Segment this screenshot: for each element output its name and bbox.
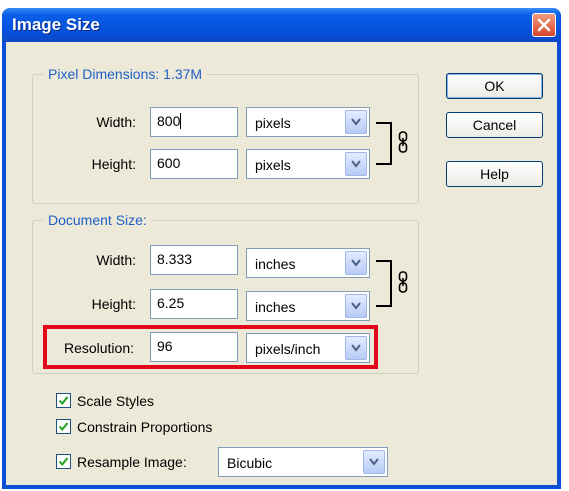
chain-link-icon	[398, 131, 408, 153]
resample-method-select[interactable]: Bicubic	[218, 447, 388, 477]
doc-width-input[interactable]: 8.333	[150, 245, 238, 275]
dialog-body: Pixel Dimensions: 1.37M Width: 800 pixel…	[6, 42, 557, 485]
doc-width-unit-select[interactable]: inches	[246, 248, 370, 278]
document-link-bracket	[376, 260, 392, 307]
constrain-proportions-label: Constrain Proportions	[77, 419, 213, 435]
dropdown-arrow-icon[interactable]	[345, 336, 367, 360]
doc-height-label: Height:	[91, 296, 136, 312]
pixel-height-label: Height:	[91, 156, 136, 172]
resolution-input[interactable]: 96	[150, 332, 238, 362]
image-size-dialog: Image Size Pixel Dimensions: 1.37M Width…	[2, 8, 561, 489]
dropdown-arrow-icon[interactable]	[345, 251, 367, 275]
pixel-dimensions-title: Pixel Dimensions: 1.37M	[43, 66, 208, 82]
dropdown-arrow-icon[interactable]	[345, 110, 367, 134]
document-size-title: Document Size:	[43, 212, 152, 228]
resolution-label: Resolution:	[63, 340, 134, 356]
doc-height-unit-select[interactable]: inches	[246, 291, 370, 321]
pixel-height-input[interactable]: 600	[150, 149, 238, 179]
scale-styles-label: Scale Styles	[77, 393, 155, 409]
pixel-width-label: Width:	[96, 114, 136, 130]
doc-height-input[interactable]: 6.25	[150, 289, 238, 319]
checkmark-icon	[58, 457, 69, 467]
dropdown-arrow-icon[interactable]	[345, 152, 367, 176]
pixel-link-bracket	[376, 122, 392, 165]
close-button[interactable]	[532, 13, 556, 37]
doc-width-label: Width:	[96, 252, 136, 268]
text-caret	[180, 113, 182, 129]
dropdown-arrow-icon[interactable]	[345, 294, 367, 318]
dialog-title: Image Size	[12, 15, 100, 34]
pixel-width-unit-select[interactable]: pixels	[246, 107, 370, 137]
pixel-height-unit-select[interactable]: pixels	[246, 149, 370, 179]
ok-button[interactable]: OK	[446, 73, 543, 99]
title-bar[interactable]: Image Size	[2, 8, 561, 42]
close-icon	[537, 18, 551, 32]
cancel-button[interactable]: Cancel	[446, 112, 543, 138]
scale-styles-checkbox[interactable]	[56, 393, 71, 408]
dropdown-arrow-icon[interactable]	[363, 450, 385, 474]
pixel-width-input[interactable]: 800	[150, 107, 238, 137]
constrain-proportions-checkbox[interactable]	[56, 419, 71, 434]
help-button[interactable]: Help	[446, 161, 543, 187]
chain-link-icon	[398, 271, 408, 293]
pixel-dimensions-group: Pixel Dimensions: 1.37M	[32, 66, 419, 204]
checkmark-icon	[58, 422, 69, 432]
checkmark-icon	[58, 396, 69, 406]
resolution-unit-select[interactable]: pixels/inch	[246, 333, 370, 363]
resample-image-label: Resample Image:	[77, 454, 187, 470]
resample-image-checkbox[interactable]	[56, 454, 71, 469]
